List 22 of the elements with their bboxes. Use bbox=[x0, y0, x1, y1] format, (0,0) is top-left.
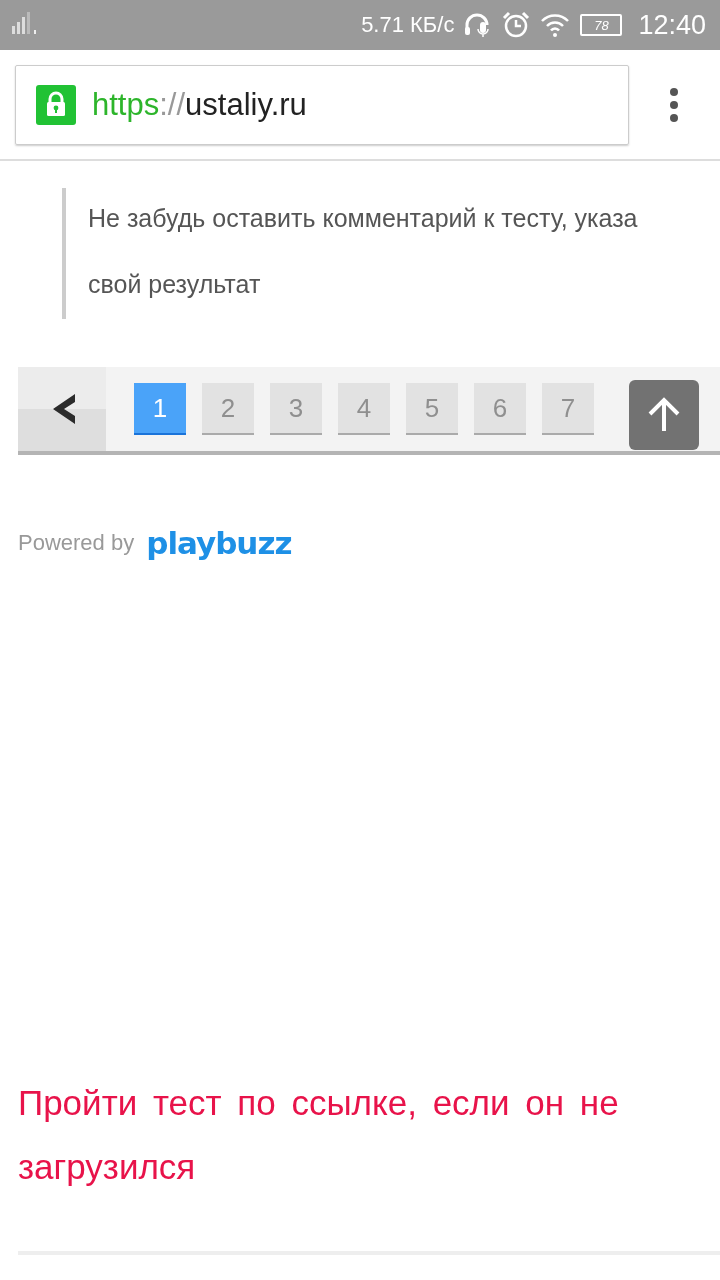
test-link[interactable]: Пройти тест по ссылке, если он не загрузился bbox=[18, 1071, 698, 1199]
address-bar[interactable]: https://ustaliy.ru bbox=[15, 64, 629, 145]
alarm-icon bbox=[502, 11, 531, 39]
powered-by-label: Powered by bbox=[18, 530, 135, 556]
page-button[interactable]: 3 bbox=[270, 383, 322, 435]
quote-text: Не забудь оставить комментарий к тесту, указа свой результат bbox=[88, 203, 639, 300]
clock-time: 12:40 bbox=[638, 9, 706, 41]
battery-percent: 78 bbox=[594, 17, 609, 33]
arrow-up-icon bbox=[646, 397, 682, 433]
page-button[interactable]: 6 bbox=[474, 383, 526, 435]
page-button[interactable]: 4 bbox=[338, 383, 390, 435]
scroll-top-button[interactable] bbox=[629, 380, 699, 450]
brand-logo[interactable]: playbuzz bbox=[146, 525, 292, 561]
url-text: https://ustaliy.ru bbox=[92, 86, 307, 123]
page-button[interactable]: 7 bbox=[542, 383, 594, 435]
page-button[interactable]: 1 bbox=[134, 383, 186, 435]
page-button[interactable]: 2 bbox=[202, 383, 254, 435]
page-button[interactable]: 5 bbox=[406, 383, 458, 435]
wifi-icon bbox=[540, 13, 571, 37]
previous-button[interactable] bbox=[18, 367, 106, 451]
menu-icon[interactable] bbox=[669, 87, 679, 122]
network-speed: 5.71 КБ/с bbox=[361, 12, 455, 38]
